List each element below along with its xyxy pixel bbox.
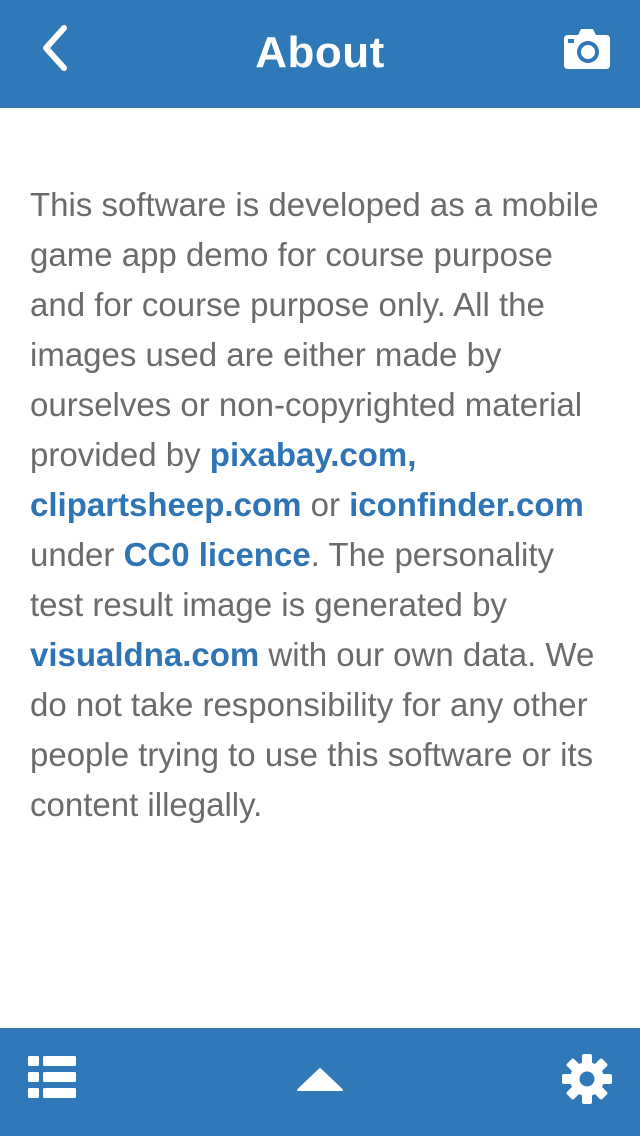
link-cc0-licence[interactable]: CC0 licence: [124, 536, 311, 573]
gear-icon: [562, 1054, 612, 1104]
caret-up-icon: [297, 1068, 343, 1091]
bottom-toolbar: [0, 1028, 640, 1136]
about-text-part: or: [301, 486, 350, 523]
camera-button[interactable]: [560, 24, 614, 74]
about-text-part: under: [30, 536, 124, 573]
page-title: About: [255, 28, 385, 77]
about-screen: About This software is developed as a mo…: [0, 0, 640, 1136]
link-visualdna[interactable]: visualdna.com: [30, 636, 259, 673]
camera-icon: [564, 29, 610, 69]
settings-button[interactable]: [560, 1052, 614, 1106]
list-icon: [28, 1056, 76, 1098]
scroll-up-button[interactable]: [290, 1058, 350, 1102]
list-button[interactable]: [26, 1054, 82, 1106]
top-nav-bar: About: [0, 0, 640, 108]
about-text-part: This software is developed as a mobile g…: [30, 186, 599, 473]
link-iconfinder[interactable]: iconfinder.com: [349, 486, 584, 523]
about-text: This software is developed as a mobile g…: [30, 180, 614, 830]
